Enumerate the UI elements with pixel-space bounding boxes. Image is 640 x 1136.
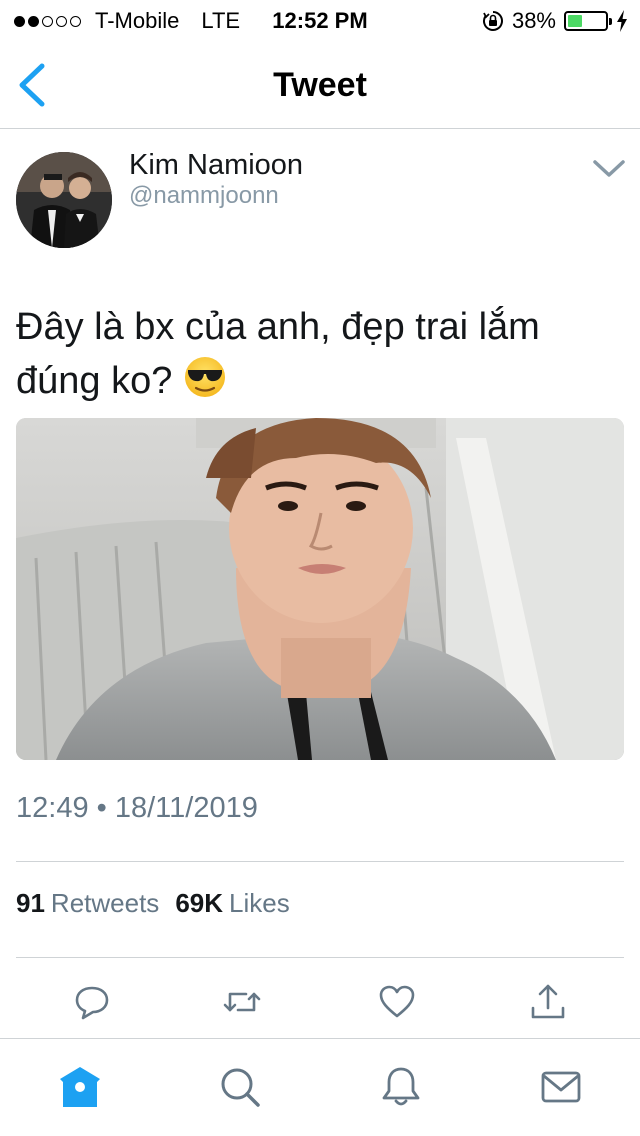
- tweet-text-body: Đây là bx của anh, đẹp trai lắm đúng ko?: [16, 306, 540, 402]
- retweets-label: Retweets: [50, 888, 160, 918]
- photo: [16, 418, 624, 760]
- like-icon[interactable]: [377, 982, 417, 1022]
- likes-label: Likes: [229, 888, 290, 918]
- retweet-icon[interactable]: [222, 982, 262, 1022]
- chevron-down-icon[interactable]: [592, 158, 626, 180]
- sunglasses-emoji-icon: [184, 357, 225, 397]
- divider: [16, 957, 624, 958]
- share-icon[interactable]: [528, 982, 568, 1022]
- messages-icon[interactable]: [539, 1065, 583, 1109]
- rotation-lock-icon: [482, 11, 503, 31]
- search-icon[interactable]: [218, 1065, 262, 1109]
- user-handle[interactable]: @nammjoonn: [129, 182, 279, 210]
- tweet-media-image[interactable]: [16, 418, 624, 760]
- tweet-action-bar: [0, 978, 640, 1028]
- battery-icon: [564, 11, 612, 31]
- likes-count: 69K: [175, 888, 224, 918]
- tab-bar: [0, 1038, 640, 1136]
- status-right: 38%: [482, 8, 628, 34]
- home-icon[interactable]: [58, 1065, 102, 1109]
- avatar[interactable]: [16, 152, 112, 248]
- tweet-stats: 91 Retweets 69K Likes: [16, 888, 290, 919]
- page-title: Tweet: [273, 66, 367, 104]
- avatar-image: [16, 152, 112, 248]
- divider: [16, 861, 624, 862]
- display-name[interactable]: Kim Namioon: [129, 149, 303, 182]
- retweets-stat[interactable]: 91 Retweets: [16, 888, 159, 919]
- status-bar: T-Mobile LTE 12:52 PM 38%: [0, 0, 640, 40]
- charging-bolt-icon: [617, 10, 627, 32]
- retweets-count: 91: [16, 888, 45, 918]
- navigation-bar: Tweet: [0, 40, 640, 129]
- tweet-timestamp: 12:49 • 18/11/2019: [16, 792, 258, 824]
- reply-icon[interactable]: [72, 982, 112, 1022]
- notifications-icon[interactable]: [379, 1065, 423, 1109]
- tweet-text: Đây là bx của anh, đẹp trai lắm đúng ko?: [16, 300, 626, 408]
- likes-stat[interactable]: 69K Likes: [175, 888, 289, 919]
- battery-percent: 38%: [511, 8, 556, 33]
